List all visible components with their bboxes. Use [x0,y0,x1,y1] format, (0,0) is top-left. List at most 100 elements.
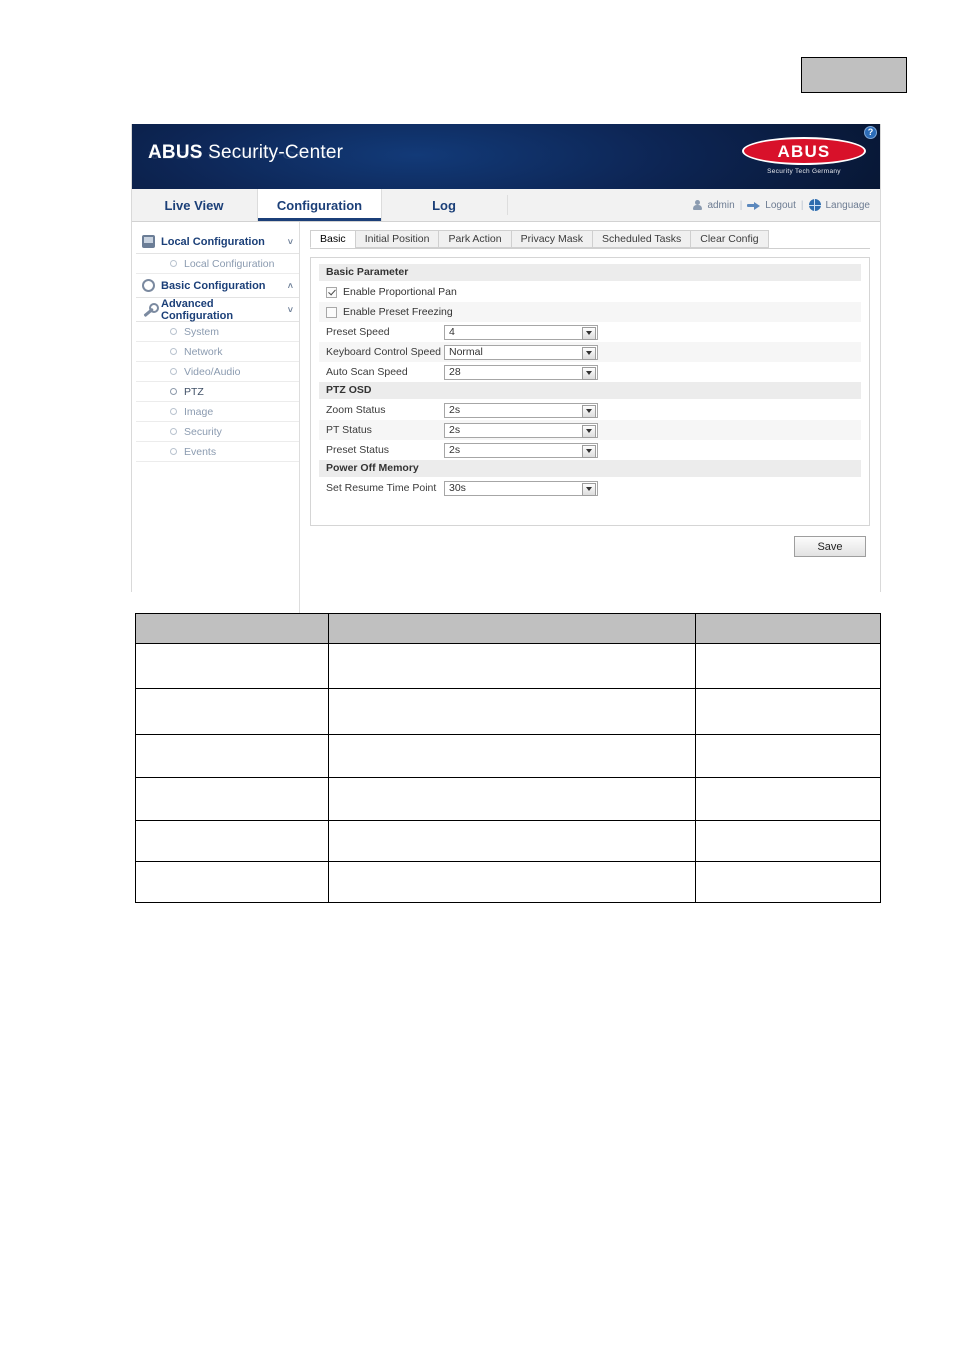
logout-link[interactable]: Logout [765,200,796,211]
chevron-down-icon[interactable] [582,346,596,360]
section-heading-power-off-memory: Power Off Memory [319,460,861,477]
sidebar-item-security[interactable]: Security [136,422,299,442]
tab-park-action[interactable]: Park Action [438,230,511,248]
globe-icon[interactable] [808,199,821,211]
sidebar-item-image[interactable]: Image [136,402,299,422]
app-title: ABUS Security-Center [148,142,343,164]
wrench-icon [142,303,159,316]
tab-privacy-mask[interactable]: Privacy Mask [510,230,593,248]
bullet-icon [170,348,177,355]
table-row [135,777,881,821]
auto-scan-speed-value: 28 [449,366,461,378]
enable-preset-freezing-checkbox[interactable] [326,306,337,318]
chevron-down-icon[interactable] [582,404,596,418]
set-resume-time-point-label: Set Resume Time Point [326,482,437,494]
table-header-cell-2 [328,613,696,644]
help-icon[interactable]: ? [864,126,877,139]
table-row [135,861,881,903]
abus-web-interface: ABUS Security-Center ABUS Security-Cente… [131,124,881,623]
table-cell [328,688,696,735]
app-banner: ABUS Security-Center ABUS Security-Cente… [132,124,880,189]
sidebar-item-label: Events [184,445,217,458]
language-link[interactable]: Language [826,200,871,211]
section-heading-ptz-osd: PTZ OSD [319,382,861,399]
tab-clear-config[interactable]: Clear Config [690,230,769,248]
ptz-basic-form: Basic Parameter Enable Proportional Pan … [310,257,870,526]
sidebar-item-ptz[interactable]: PTZ [136,382,299,402]
enable-proportional-pan-checkbox[interactable] [326,286,337,298]
main-nav-bar: Live View Configuration Log admin | Logo… [132,189,880,222]
sidebar-item-local-configuration[interactable]: Local Configuration [136,254,299,274]
keyboard-control-speed-value: Normal [449,346,483,358]
table-cell [328,643,696,689]
nav-pipe-2: | [800,199,804,211]
monitor-icon [142,235,155,248]
tab-log[interactable]: Log [382,189,507,221]
tab-basic[interactable]: Basic [310,230,355,248]
zoom-status-value: 2s [449,404,461,416]
preset-speed-select[interactable]: 4 [444,324,598,340]
sidebar-item-video-audio[interactable]: Video/Audio [136,362,299,382]
chevron-down-icon[interactable] [582,326,596,340]
tab-configuration[interactable]: Configuration [257,189,382,221]
table-cell [695,820,881,862]
table-cell [328,820,696,862]
row-preset-speed: Preset Speed 4 [319,322,861,342]
preset-status-label: Preset Status [326,444,390,456]
row-enable-proportional-pan: Enable Proportional Pan [319,282,861,302]
chevron-up-icon: ˄ [287,280,293,291]
save-button[interactable]: Save [794,536,866,557]
chevron-down-icon[interactable] [582,444,596,458]
zoom-status-label: Zoom Status [326,404,386,416]
abus-logo: ABUS Security Tech Germany [742,137,866,179]
tab-initial-position[interactable]: Initial Position [354,230,439,248]
keyboard-control-speed-select[interactable]: Normal [444,344,598,360]
app-title-brand: ABUS [148,142,203,163]
section-heading-basic-parameter: Basic Parameter [319,264,861,281]
pt-status-label: PT Status [326,424,372,436]
gear-icon [142,279,155,292]
chevron-down-icon[interactable] [582,482,596,496]
tab-scheduled-tasks[interactable]: Scheduled Tasks [592,230,691,248]
table-cell [328,861,696,903]
table-cell [135,734,329,778]
sidebar-item-network[interactable]: Network [136,342,299,362]
preset-status-select[interactable]: 2s [444,442,598,458]
sidebar-group-label: Local Configuration [161,235,265,248]
logout-icon[interactable] [747,201,761,210]
content-panel: Basic Initial Position Park Action Priva… [300,222,880,623]
table-row [135,820,881,862]
bullet-icon [170,328,177,335]
nav-divider [507,195,508,215]
sidebar-item-system[interactable]: System [136,322,299,342]
app-body: Local Configuration ˅ Local Configuratio… [132,222,880,623]
table-cell [695,861,881,903]
pt-status-select[interactable]: 2s [444,422,598,438]
sidebar-item-events[interactable]: Events [136,442,299,462]
table-cell [135,688,329,735]
table-cell [328,777,696,821]
zoom-status-select[interactable]: 2s [444,402,598,418]
bullet-icon [170,428,177,435]
sidebar-group-basic-configuration[interactable]: Basic Configuration ˄ [136,274,299,298]
table-header-row [135,613,881,644]
set-resume-time-point-select[interactable]: 30s [444,480,598,496]
chevron-down-icon[interactable] [582,366,596,380]
chevron-down-icon[interactable] [582,424,596,438]
nav-user-area: admin | Logout | Language [692,189,880,221]
table-cell [135,643,329,689]
auto-scan-speed-select[interactable]: 28 [444,364,598,380]
table-cell [328,734,696,778]
logo-wordmark: ABUS [777,141,831,161]
preset-speed-label: Preset Speed [326,326,390,338]
sidebar-group-local-configuration[interactable]: Local Configuration ˅ [136,230,299,254]
chevron-down-icon: ˅ [287,236,293,247]
table-header-cell-3 [695,613,881,644]
user-icon [692,199,702,211]
tab-live-view[interactable]: Live View [132,189,257,221]
row-zoom-status: Zoom Status 2s [319,400,861,420]
sidebar-group-advanced-configuration[interactable]: Advanced Configuration ˅ [136,298,299,322]
sidebar-item-label: Video/Audio [184,365,241,378]
table-cell [695,643,881,689]
row-preset-status: Preset Status 2s [319,440,861,460]
